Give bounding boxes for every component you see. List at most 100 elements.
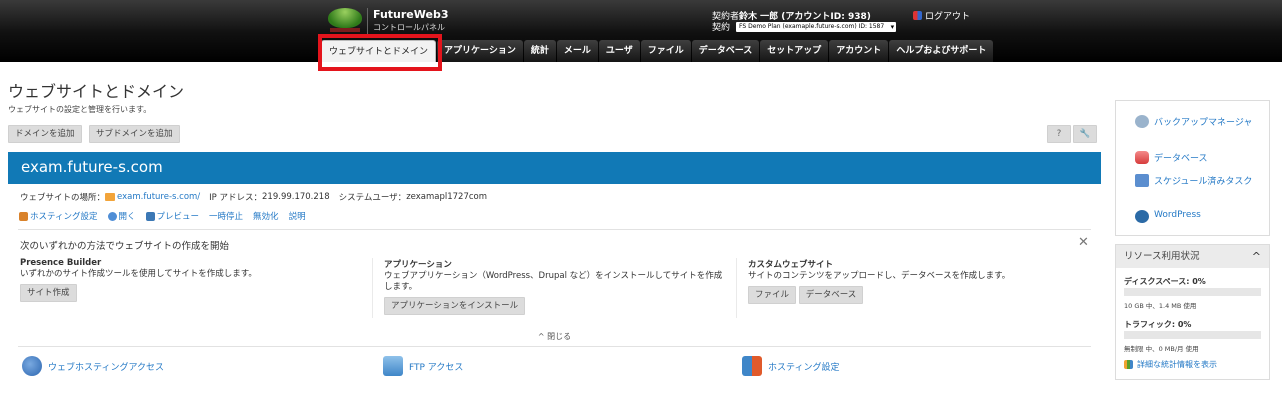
tab-applications[interactable]: アプリケーション bbox=[437, 40, 523, 62]
resource-usage-header[interactable]: リソース利用状況 ^ bbox=[1116, 245, 1269, 268]
databases-button[interactable]: データベース bbox=[798, 286, 864, 304]
tab-account[interactable]: アカウント bbox=[829, 40, 889, 62]
application-option: アプリケーション ウェブアプリケーション（WordPress、Drupal など… bbox=[384, 258, 728, 315]
option-description: サイトのコンテンツをアップロードし、データベースを作成します。 bbox=[748, 271, 1011, 281]
tools-icon bbox=[19, 211, 28, 221]
tab-files[interactable]: ファイル bbox=[640, 40, 691, 62]
site-info-row: ウェブサイトの場所： exam.future-s.com/ IP アドレス： 2… bbox=[20, 191, 487, 203]
logout-icon bbox=[913, 11, 922, 20]
ftp-access-link[interactable]: FTP アクセス bbox=[383, 356, 463, 376]
suspend-link[interactable]: 一時停止 bbox=[209, 210, 243, 222]
hosting-icon bbox=[742, 356, 762, 376]
ftp-access-label: FTP アクセス bbox=[409, 362, 464, 373]
bar-chart-icon bbox=[1124, 360, 1133, 369]
description-link[interactable]: 説明 bbox=[289, 210, 306, 222]
logout-label: ログアウト bbox=[925, 12, 971, 22]
tab-setup[interactable]: セットアップ bbox=[760, 40, 829, 62]
scheduled-tasks-label: スケジュール済みタスク bbox=[1154, 177, 1253, 187]
install-application-button[interactable]: アプリケーションをインストール bbox=[384, 297, 526, 315]
globe-icon bbox=[22, 356, 42, 376]
logo-divider bbox=[367, 8, 368, 34]
help-button[interactable]: ? bbox=[1047, 125, 1071, 143]
add-subdomain-button[interactable]: サブドメインを追加 bbox=[89, 125, 180, 143]
option-title: カスタムウェブサイト bbox=[748, 260, 834, 270]
hosting-settings-bottom-link[interactable]: ホスティング設定 bbox=[742, 356, 839, 376]
backup-manager-link[interactable]: バックアップマネージャ bbox=[1135, 115, 1255, 128]
highlight-annotation bbox=[318, 34, 442, 71]
page-title: ウェブサイトとドメイン bbox=[8, 82, 185, 101]
site-action-links: ホスティング設定 開く プレビュー 一時停止 無効化 説明 bbox=[19, 210, 316, 222]
preview-label: プレビュー bbox=[156, 212, 200, 222]
traffic-label: トラフィック: 0% bbox=[1124, 320, 1192, 329]
divider bbox=[18, 346, 1091, 347]
quick-links-panel: バックアップマネージャ データベース スケジュール済みタスク WordPress bbox=[1115, 100, 1270, 236]
files-button[interactable]: ファイル bbox=[748, 286, 797, 304]
wordpress-label: WordPress bbox=[1154, 210, 1201, 220]
disk-space-detail: 10 GB 中、1.4 MB 使用 bbox=[1124, 302, 1197, 310]
preview-link[interactable]: プレビュー bbox=[145, 210, 200, 222]
close-icon[interactable]: ✕ bbox=[1078, 235, 1089, 250]
collapse-label: 閉じる bbox=[547, 332, 572, 341]
scheduled-tasks-link[interactable]: スケジュール済みタスク bbox=[1135, 174, 1255, 187]
detailed-stats-label: 詳細な統計情報を表示 bbox=[1137, 360, 1217, 369]
hosting-settings-label: ホスティング設定 bbox=[30, 212, 98, 222]
brand-name: FutureWeb3 bbox=[373, 8, 449, 21]
contract-row: 契約 FS Demo Plan (examaple.future-s.com) … bbox=[712, 20, 897, 33]
option-description: ウェブアプリケーション（WordPress、Drupal など）をインストールし… bbox=[384, 271, 723, 292]
chevron-up-icon: ^ bbox=[537, 332, 545, 341]
ip-value: 219.99.170.218 bbox=[262, 192, 330, 202]
resource-usage-panel: リソース利用状況 ^ ディスクスペース: 0% 10 GB 中、1.4 MB 使… bbox=[1115, 244, 1270, 380]
ftp-icon bbox=[383, 356, 403, 376]
ip-label: IP アドレス： bbox=[209, 193, 263, 203]
traffic-bar bbox=[1124, 331, 1261, 339]
tab-help-support[interactable]: ヘルプおよびサポート bbox=[889, 40, 994, 62]
globe-icon bbox=[107, 211, 117, 221]
wordpress-link[interactable]: WordPress bbox=[1135, 210, 1255, 223]
option-separator bbox=[372, 258, 373, 318]
domain-name[interactable]: exam.future-s.com bbox=[21, 158, 163, 176]
tab-users[interactable]: ユーザ bbox=[598, 40, 640, 62]
page-description: ウェブサイトの設定と管理を行います。 bbox=[8, 105, 152, 114]
location-link[interactable]: exam.future-s.com/ bbox=[117, 192, 200, 202]
tab-statistics[interactable]: 統計 bbox=[523, 40, 556, 62]
disk-space-bar bbox=[1124, 288, 1261, 296]
web-hosting-access-link[interactable]: ウェブホスティングアクセス bbox=[22, 356, 164, 376]
backup-manager-label: バックアップマネージャ bbox=[1154, 118, 1253, 128]
create-site-button[interactable]: サイト作成 bbox=[20, 284, 77, 302]
database-icon bbox=[1135, 151, 1149, 164]
tab-mail[interactable]: メール bbox=[556, 40, 598, 62]
open-label: 開く bbox=[118, 212, 136, 222]
brand-logo[interactable] bbox=[328, 7, 362, 33]
location-label: ウェブサイトの場所： bbox=[20, 193, 106, 203]
chevron-down-icon: ▾ bbox=[890, 22, 895, 31]
chevron-up-icon[interactable]: ^ bbox=[1252, 245, 1261, 268]
disk-space-label: ディスクスペース: 0% bbox=[1124, 277, 1206, 286]
folder-icon bbox=[105, 193, 116, 201]
top-header: FutureWeb3 コントロールパネル 契約者鈴木 一郎 (アカウントID: … bbox=[0, 0, 1282, 62]
logout-link[interactable]: ログアウト bbox=[913, 9, 970, 22]
domain-header: exam.future-s.com bbox=[8, 152, 1101, 184]
add-domain-button[interactable]: ドメインを追加 bbox=[8, 125, 82, 143]
option-title: アプリケーション bbox=[384, 260, 452, 270]
disable-link[interactable]: 無効化 bbox=[253, 210, 279, 222]
start-heading: 次のいずれかの方法でウェブサイトの作成を開始 bbox=[20, 241, 230, 252]
contract-label: 契約 bbox=[712, 23, 731, 33]
wrench-icon[interactable]: 🔧 bbox=[1073, 125, 1097, 143]
databases-link[interactable]: データベース bbox=[1135, 151, 1255, 164]
hosting-settings-link[interactable]: ホスティング設定 bbox=[19, 210, 98, 222]
backup-icon bbox=[1135, 115, 1149, 128]
sysuser-label: システムユーザ： bbox=[338, 193, 407, 203]
sysuser-value: zexamapl1727com bbox=[406, 192, 487, 202]
hosting-settings-bottom-label: ホスティング設定 bbox=[768, 362, 840, 373]
collapse-toggle[interactable]: ^ 閉じる bbox=[0, 331, 1109, 342]
tab-databases[interactable]: データベース bbox=[691, 40, 760, 62]
plan-select-value: FS Demo Plan (examaple.future-s.com) ID:… bbox=[739, 22, 885, 30]
databases-label: データベース bbox=[1154, 154, 1208, 164]
detailed-stats-link[interactable]: 詳細な統計情報を表示 bbox=[1124, 359, 1217, 370]
brand-subtitle: コントロールパネル bbox=[373, 23, 445, 32]
option-description: いずれかのサイト作成ツールを使用してサイトを作成します。 bbox=[20, 269, 257, 279]
plan-select[interactable]: FS Demo Plan (examaple.future-s.com) ID:… bbox=[736, 21, 897, 32]
web-hosting-access-label: ウェブホスティングアクセス bbox=[48, 362, 165, 373]
open-link[interactable]: 開く bbox=[107, 210, 136, 222]
custom-website-option: カスタムウェブサイト サイトのコンテンツをアップロードし、データベースを作成しま… bbox=[748, 258, 1088, 304]
